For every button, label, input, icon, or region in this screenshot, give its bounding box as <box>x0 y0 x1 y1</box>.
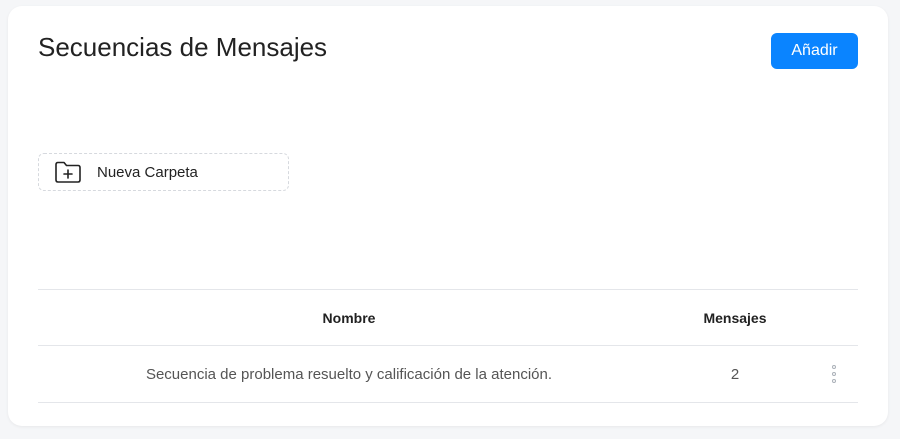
sequence-name[interactable]: Secuencia de problema resuelto y calific… <box>38 366 660 383</box>
add-button[interactable]: Añadir <box>771 33 858 69</box>
table-row[interactable]: Secuencia de problema resuelto y calific… <box>38 345 858 403</box>
page-title: Secuencias de Mensajes <box>38 32 328 62</box>
sequences-card: Secuencias de Mensajes Añadir Nueva Carp… <box>8 6 888 426</box>
table-header: Nombre Mensajes <box>38 289 858 345</box>
sequences-table: Nombre Mensajes Secuencia de problema re… <box>38 289 858 403</box>
new-folder-button[interactable]: Nueva Carpeta <box>38 153 289 191</box>
row-actions-cell <box>810 363 858 385</box>
column-header-name[interactable]: Nombre <box>38 310 660 326</box>
more-vertical-icon[interactable] <box>826 363 842 385</box>
column-header-messages[interactable]: Mensajes <box>660 310 810 326</box>
new-folder-label: Nueva Carpeta <box>97 163 198 181</box>
folder-plus-icon <box>54 160 82 184</box>
sequence-message-count: 2 <box>730 365 740 383</box>
